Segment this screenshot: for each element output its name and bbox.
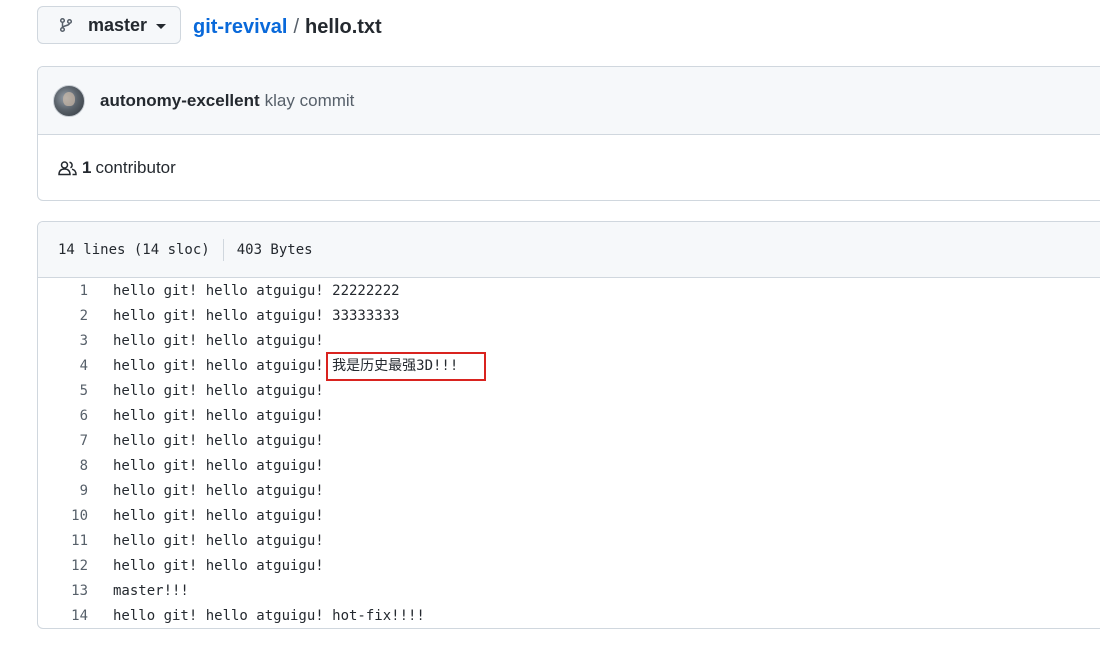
line-number[interactable]: 7: [38, 429, 88, 454]
line-number[interactable]: 6: [38, 404, 88, 429]
people-icon: [58, 160, 78, 176]
line-content: hello git! hello atguigu!: [113, 458, 324, 474]
code-line: 13 master!!!: [38, 579, 1100, 604]
line-content: hello git! hello atguigu!: [113, 558, 324, 574]
line-content: hello git! hello atguigu!: [113, 383, 324, 399]
file-name: hello.txt: [305, 16, 382, 38]
contributors-row[interactable]: 1 contributor: [38, 135, 1100, 200]
code-line: 8 hello git! hello atguigu!: [38, 454, 1100, 479]
repo-link[interactable]: git-revival: [193, 16, 287, 38]
line-number[interactable]: 4: [38, 354, 88, 379]
line-number[interactable]: 1: [38, 279, 88, 304]
line-number[interactable]: 2: [38, 304, 88, 329]
code-line: 2 hello git! hello atguigu! 33333333: [38, 304, 1100, 329]
header-divider: [222, 238, 224, 261]
code-line: 4 hello git! hello atguigu! 我是历史最强3D!!!: [38, 352, 1100, 381]
line-number[interactable]: 11: [38, 529, 88, 554]
git-branch-icon: [58, 17, 74, 33]
code-line: 1 hello git! hello atguigu! 22222222: [38, 279, 1100, 304]
avatar[interactable]: [53, 84, 85, 117]
contributor-count: 1: [82, 158, 92, 177]
line-number[interactable]: 13: [38, 579, 88, 604]
contributor-label: contributor: [95, 158, 176, 177]
file-line-count: 14 lines (14 sloc): [58, 241, 210, 258]
breadcrumb: git-revival / hello.txt: [193, 14, 382, 40]
branch-select-button[interactable]: master: [37, 6, 181, 44]
line-number[interactable]: 14: [38, 604, 88, 628]
code-view: 1 hello git! hello atguigu! 22222222 2 hell…: [38, 278, 1100, 628]
line-number[interactable]: 5: [38, 379, 88, 404]
line-content: hello git! hello atguigu!: [113, 533, 324, 549]
code-line: 5 hello git! hello atguigu!: [38, 379, 1100, 404]
breadcrumb-separator: /: [293, 16, 300, 38]
line-content: hello git! hello atguigu!: [113, 408, 324, 424]
line-content: hello git! hello atguigu!: [113, 483, 324, 499]
page: master git-revival / hello.txt autonomy-ex…: [0, 0, 1100, 665]
line-number[interactable]: 3: [38, 329, 88, 354]
caret-down-icon: [156, 24, 167, 29]
line-content: hello git! hello atguigu! 33333333: [113, 308, 400, 324]
commit-box: autonomy-excellent klay commit 1 contrib…: [37, 66, 1100, 201]
code-line: 14 hello git! hello atguigu! hot-fix!!!!: [38, 604, 1100, 628]
line-content: hello git! hello atguigu! hot-fix!!!!: [113, 608, 425, 624]
line-content: hello git! hello atguigu!: [113, 333, 324, 349]
line-content: hello git! hello atguigu!: [113, 433, 324, 449]
commit-author-link[interactable]: autonomy-excellent: [100, 91, 260, 111]
line-content: hello git! hello atguigu! 22222222: [113, 283, 400, 299]
line-number[interactable]: 8: [38, 454, 88, 479]
code-line: 11 hello git! hello atguigu!: [38, 529, 1100, 554]
line-number[interactable]: 12: [38, 554, 88, 579]
line-content: master!!!: [113, 583, 189, 599]
file-box: 14 lines (14 sloc) 403 Bytes 1 hello git!…: [37, 221, 1100, 629]
line-content: hello git! hello atguigu! 我是历史最强3D!!!: [113, 358, 459, 374]
commit-message-link[interactable]: klay commit: [265, 91, 355, 111]
code-line: 6 hello git! hello atguigu!: [38, 404, 1100, 429]
line-number[interactable]: 10: [38, 504, 88, 529]
latest-commit: autonomy-excellent klay commit: [38, 67, 1100, 135]
code-line: 12 hello git! hello atguigu!: [38, 554, 1100, 579]
code-line: 3 hello git! hello atguigu!: [38, 329, 1100, 354]
code-line: 10 hello git! hello atguigu!: [38, 504, 1100, 529]
line-content: hello git! hello atguigu!: [113, 508, 324, 524]
file-size: 403 Bytes: [236, 241, 313, 258]
file-info-header: 14 lines (14 sloc) 403 Bytes: [38, 222, 1100, 278]
code-line: 7 hello git! hello atguigu!: [38, 429, 1100, 454]
line-number[interactable]: 9: [38, 479, 88, 504]
code-line: 9 hello git! hello atguigu!: [38, 479, 1100, 504]
branch-name: master: [88, 14, 148, 35]
